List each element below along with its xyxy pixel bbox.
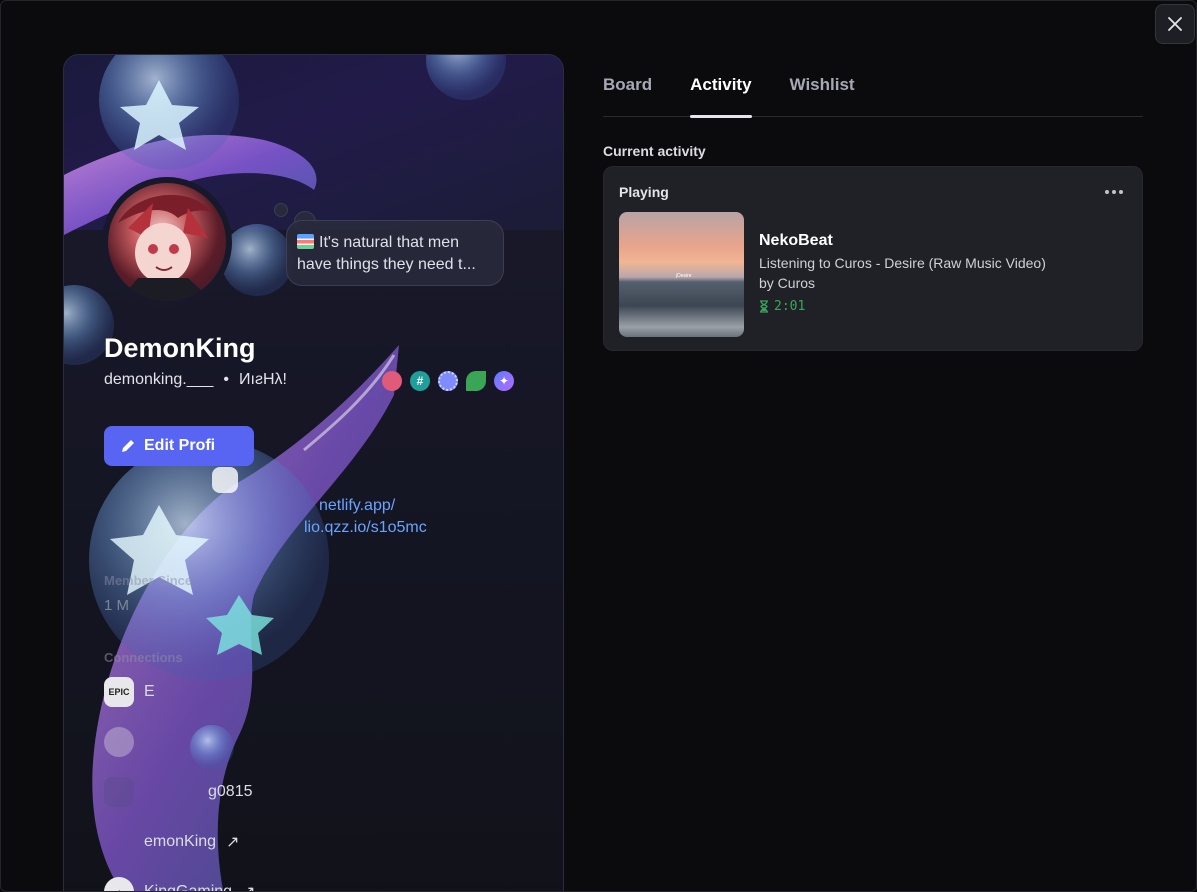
profile-badges: # ✦ [382,371,514,391]
close-button[interactable] [1155,4,1195,44]
username-row: demonking.___ • ИıƨНλǃ [104,371,287,389]
close-icon [1168,17,1182,31]
books-emoji-icon [297,234,314,249]
tab-wishlist[interactable]: Wishlist [790,75,855,117]
member-since-value: 1 M [104,597,130,614]
activity-details: Listening to Curos - Desire (Raw Music V… [759,255,1046,271]
nitro-badge-icon[interactable] [382,371,402,391]
dot [1112,190,1116,194]
username-separator: • [223,371,230,388]
thumbnail-caption: jDesire [676,273,692,279]
epic-games-icon: EPIC [104,677,134,707]
connection-name: KingGaming [144,883,233,892]
steam-icon [104,777,134,807]
external-link-icon: ↗ [242,882,255,891]
display-name: DemonKing [104,333,256,363]
activity-elapsed: 2:01 [759,299,805,314]
quest-badge-icon[interactable] [438,371,458,391]
status-bubble-tail-small [274,203,288,217]
elapsed-time: 2:01 [774,299,806,314]
username[interactable]: demonking.___ [104,371,213,389]
bio-link-2[interactable]: lio.qzz.io/s1o5mc [304,519,427,537]
connection-website[interactable]: emonKing ↗ [104,827,239,857]
avatar-art-icon [118,194,213,301]
leaf-badge-icon[interactable] [466,371,486,391]
activity-state: by Curos [759,275,816,291]
orbs-badge-icon[interactable]: ✦ [494,371,514,391]
github-icon [104,727,134,757]
pronouns: ИıƨНλǃ [239,371,287,388]
edit-profile-label: Edit Profi [144,437,216,454]
connection-github[interactable] [104,727,144,757]
external-link-icon: ↗ [226,834,240,851]
profile-modal: It's natural that men have things they n… [0,0,1197,892]
connection-tiktok[interactable]: ♪ KingGaming ↗ [104,877,255,892]
avatar [108,183,226,301]
tab-board[interactable]: Board [603,75,652,117]
avatar-frame[interactable] [102,177,232,307]
connection-name: emonKing [144,833,217,850]
custom-status-bubble[interactable]: It's natural that men have things they n… [286,220,504,286]
bio-link-1[interactable]: netlify.app/ [319,497,395,515]
connection-steam[interactable]: g0815 [104,777,253,807]
current-activity-label: Current activity [603,143,706,159]
tab-activity[interactable]: Activity [690,75,752,118]
hourglass-icon [760,300,768,313]
pencil-icon [122,440,134,452]
activity-heading: Playing [619,184,669,200]
profile-tabs: Board Activity Wishlist [603,75,1143,118]
dot [1119,190,1123,194]
connection-epic-games[interactable]: EPIC E [104,677,155,707]
status-text: It's natural that men have things they n… [297,234,476,273]
connections-label: Connections [104,650,183,665]
connection-name: g0815 [208,783,253,800]
profile-card: It's natural that men have things they n… [63,54,564,892]
link-icon [104,827,134,857]
edit-profile-button[interactable]: Edit Profi [104,426,254,466]
hypesquad-badge-icon[interactable]: # [410,371,430,391]
connection-name: E [144,683,155,700]
dot [1105,190,1109,194]
tiktok-icon: ♪ [104,877,134,891]
activity-app-name[interactable]: NekoBeat [759,232,833,250]
member-since-label: Member Since [104,573,193,588]
activity-card: Playing jDesire NekoBeat Listening to Cu… [603,166,1143,351]
activity-thumbnail[interactable]: jDesire [619,212,744,337]
more-options-button[interactable] [1101,181,1127,203]
